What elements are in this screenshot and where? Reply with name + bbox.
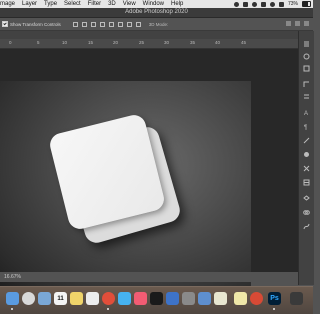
- character-panel-icon[interactable]: A: [303, 109, 310, 116]
- app-title-bar: Adobe Photoshop 2020: [0, 8, 313, 18]
- show-transform-checkbox[interactable]: [2, 21, 8, 27]
- share-icon[interactable]: [304, 21, 309, 26]
- photoshop-label: Ps: [270, 295, 279, 302]
- paragraph-panel-icon[interactable]: ¶: [303, 123, 310, 130]
- expand-panels-icon[interactable]: [303, 41, 310, 48]
- menu-view[interactable]: View: [123, 0, 136, 8]
- ruler-tick: 15: [88, 40, 94, 45]
- properties-panel-icon[interactable]: [303, 93, 310, 100]
- chrome-alt-icon[interactable]: [250, 292, 263, 305]
- dock: 11 Ps: [0, 286, 313, 314]
- system-preferences-icon[interactable]: [182, 292, 195, 305]
- finder-icon[interactable]: [6, 292, 19, 305]
- preview-icon[interactable]: [198, 292, 211, 305]
- horizontal-ruler: 0 5 10 15 20 25 30 35 40 45: [0, 39, 298, 49]
- app-title: Adobe Photoshop 2020: [125, 9, 188, 15]
- search-icon[interactable]: [286, 21, 291, 26]
- stickies-icon[interactable]: [234, 292, 247, 305]
- wifi-icon[interactable]: [269, 1, 275, 7]
- textedit-icon[interactable]: [214, 292, 227, 305]
- running-indicator: [273, 308, 275, 310]
- menu-filter[interactable]: Filter: [88, 0, 101, 8]
- distribute-h-icon[interactable]: [135, 21, 141, 27]
- music-icon[interactable]: [134, 292, 147, 305]
- glyphs-panel-icon[interactable]: [303, 179, 310, 186]
- align-middle-icon[interactable]: [81, 21, 87, 27]
- menu-items: mage Layer Type Select Filter 3D View Wi…: [0, 0, 183, 8]
- ruler-tick: 30: [164, 40, 170, 45]
- bluetooth-icon[interactable]: [260, 1, 266, 7]
- downloads-icon[interactable]: [290, 292, 303, 305]
- calendar-day: 11: [57, 296, 64, 302]
- menu-type[interactable]: Type: [44, 0, 57, 8]
- tools-panel-icon[interactable]: [303, 165, 310, 172]
- align-top-icon[interactable]: [72, 21, 78, 27]
- brush-panel-icon[interactable]: [303, 137, 310, 144]
- document-image[interactable]: [0, 81, 251, 291]
- volume-icon[interactable]: [278, 1, 284, 7]
- canvas-workspace[interactable]: [0, 49, 298, 291]
- dropbox-icon[interactable]: [233, 1, 239, 7]
- battery-icon[interactable]: [302, 1, 311, 7]
- show-transform-label: Show Transform Controls: [10, 21, 61, 27]
- 3d-mode-label: 3D Mode:: [148, 21, 169, 27]
- options-right: [286, 21, 309, 26]
- apple-tv-icon[interactable]: [150, 292, 163, 305]
- ruler-tick: 25: [139, 40, 145, 45]
- ruler-tick: 20: [113, 40, 119, 45]
- swatches-panel-icon[interactable]: [303, 65, 310, 72]
- calendar-icon[interactable]: 11: [54, 292, 67, 305]
- creative-cloud-icon[interactable]: [242, 1, 248, 7]
- appstore-icon[interactable]: [118, 292, 131, 305]
- ruler-tick: 35: [190, 40, 196, 45]
- history-panel-icon[interactable]: [303, 81, 310, 88]
- chrome-icon[interactable]: [102, 292, 115, 305]
- svg-text:A: A: [304, 111, 308, 116]
- running-indicator: [107, 308, 109, 310]
- status-area: 73%: [233, 0, 311, 8]
- channels-panel-icon[interactable]: [303, 209, 310, 216]
- document-tab-strip: [0, 31, 298, 39]
- align-bottom-icon[interactable]: [90, 21, 96, 27]
- color-panel-icon[interactable]: [303, 53, 310, 60]
- align-center-icon[interactable]: [108, 21, 114, 27]
- workspace-icon[interactable]: [295, 21, 300, 26]
- menu-select[interactable]: Select: [64, 0, 81, 8]
- distribute-icon[interactable]: [126, 21, 132, 27]
- siri-icon[interactable]: [22, 292, 35, 305]
- ruler-tick: 10: [62, 40, 68, 45]
- options-bar: Show Transform Controls 3D Mode:: [0, 18, 313, 31]
- paths-panel-icon[interactable]: [303, 223, 310, 230]
- zoom-level[interactable]: 16.67%: [4, 274, 21, 280]
- appstore-alt-icon[interactable]: [166, 292, 179, 305]
- ruler-tick: 40: [215, 40, 221, 45]
- menu-help[interactable]: Help: [171, 0, 183, 8]
- running-indicator: [11, 308, 13, 310]
- menu-3d[interactable]: 3D: [108, 0, 116, 8]
- menu-window[interactable]: Window: [143, 0, 164, 8]
- battery-percent: 73%: [287, 1, 298, 7]
- ruler-tick: 45: [241, 40, 247, 45]
- launchpad-icon[interactable]: [38, 292, 51, 305]
- menu-bar: mage Layer Type Select Filter 3D View Wi…: [0, 0, 313, 8]
- align-controls: [72, 21, 141, 27]
- adjustments-panel-icon[interactable]: [303, 151, 310, 158]
- time-machine-icon[interactable]: [251, 1, 257, 7]
- menu-layer[interactable]: Layer: [22, 0, 37, 8]
- layers-panel-icon[interactable]: [303, 195, 310, 202]
- reminders-icon[interactable]: [86, 292, 99, 305]
- align-right-icon[interactable]: [117, 21, 123, 27]
- menu-image[interactable]: mage: [0, 0, 15, 8]
- photoshop-icon[interactable]: Ps: [268, 292, 281, 305]
- ruler-tick: 0: [9, 40, 12, 45]
- align-left-icon[interactable]: [99, 21, 105, 27]
- notes-icon[interactable]: [70, 292, 83, 305]
- ruler-tick: 5: [37, 40, 40, 45]
- panel-strip: A ¶: [298, 31, 314, 285]
- svg-text:¶: ¶: [304, 125, 307, 130]
- document-status-bar: 16.67%: [0, 272, 298, 282]
